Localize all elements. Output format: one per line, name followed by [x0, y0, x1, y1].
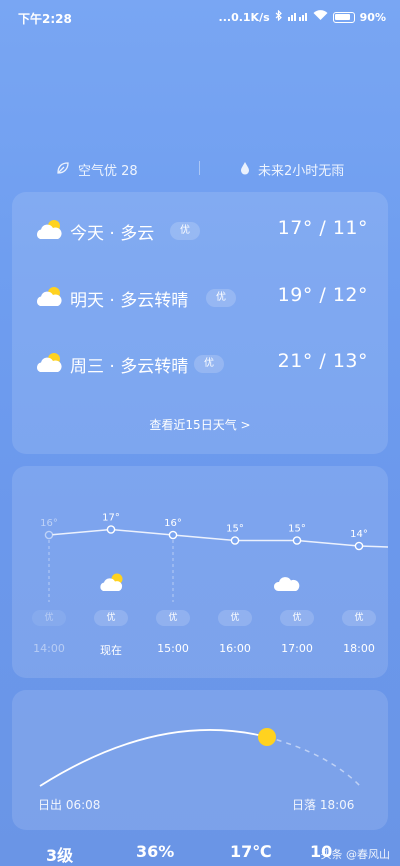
temperature-point	[44, 530, 54, 540]
temperature-label: 16°	[40, 518, 58, 529]
air-quality-text: 空气优 28	[78, 164, 138, 179]
hourly-aqi-badge: 优	[156, 610, 190, 626]
temperature-point	[168, 530, 178, 540]
sunrise-time: 日出 06:08	[38, 798, 101, 812]
15-day-forecast-link[interactable]: 查看近15日天气 >	[12, 416, 388, 433]
sunrise-sunset-card: 日出 06:08 日落 18:06	[12, 690, 388, 830]
hour-time: 18:00	[343, 642, 375, 655]
humidity-value: 36%	[136, 842, 175, 861]
hour-time: 14:00	[33, 642, 65, 655]
rain-forecast[interactable]: 未来2小时无雨	[240, 160, 344, 179]
feels-like-value: 17℃	[230, 842, 272, 861]
day-label: 明天 · 多云转晴	[70, 291, 189, 311]
day-temp: 19° / 12°	[277, 284, 368, 306]
day-temp: 17° / 11°	[277, 217, 368, 239]
cloudy-icon	[273, 577, 300, 591]
sun-icon	[258, 728, 276, 746]
battery-icon	[332, 11, 355, 23]
hourly-aqi-badge: 优	[342, 610, 376, 626]
temperature-label: 15°	[288, 524, 306, 535]
network-speed: ...0.1K/s	[218, 10, 270, 24]
wifi-icon	[313, 10, 328, 24]
aqi-badge: 优	[170, 222, 200, 240]
hourly-forecast-card: 16° 17° 16° 15° 15° 14° 优 优 优 优 优 优 14:00 现在 …	[12, 466, 388, 678]
battery-level: 90%	[359, 10, 386, 24]
aqi-badge: 优	[206, 289, 236, 307]
status-time: 下午2:28	[18, 12, 72, 26]
bluetooth-icon	[275, 9, 283, 24]
partly-sunny-icon	[100, 573, 123, 591]
temperature-point	[106, 525, 116, 534]
day-label: 周三 · 多云转晴	[70, 357, 189, 377]
signal-icon	[287, 10, 308, 24]
hour-time: 15:00	[157, 642, 189, 655]
hour-time: 17:00	[281, 642, 313, 655]
temperature-point	[354, 541, 364, 551]
temperature-label: 15°	[226, 524, 244, 535]
forecast-row-tomorrow[interactable]: 明天 · 多云转晴 优 19° / 12°	[12, 279, 388, 315]
temperature-label: 16°	[164, 518, 182, 529]
air-quality[interactable]: 空气优 28	[56, 160, 138, 179]
leaf-icon	[56, 161, 70, 179]
status-bar: 下午2:28 ...0.1K/s 90%	[0, 0, 400, 36]
watermark: 头条 @春风山	[320, 848, 391, 861]
hourly-aqi-badge: 优	[94, 610, 128, 626]
divider	[199, 161, 200, 175]
wind-level: 3级	[46, 846, 74, 865]
daily-forecast-card: 今天 · 多云 优 17° / 11° 明天 · 多云转晴 优 19° / 12…	[12, 192, 388, 454]
hourly-aqi-badge: 优	[280, 610, 314, 626]
partly-sunny-icon	[34, 351, 64, 375]
hour-time: 16:00	[219, 642, 251, 655]
temperature-label: 14°	[350, 529, 368, 540]
hourly-aqi-badge: 优	[218, 610, 252, 626]
hour-time: 现在	[100, 644, 122, 657]
temperature-label: 17°	[102, 513, 120, 524]
air-info-row: 空气优 28 未来2小时无雨	[0, 158, 400, 180]
cloudy-icon	[34, 218, 64, 242]
aqi-badge: 优	[194, 355, 224, 373]
temperature-line	[48, 528, 388, 548]
rain-text: 未来2小时无雨	[258, 164, 345, 179]
temperature-point	[292, 536, 302, 545]
temperature-point	[230, 536, 240, 545]
sunset-time: 日落 18:06	[292, 798, 355, 812]
hourly-aqi-badge: 优	[32, 610, 66, 626]
day-temp: 21° / 13°	[277, 350, 368, 372]
status-indicators: ...0.1K/s 90%	[218, 9, 386, 24]
forecast-row-wednesday[interactable]: 周三 · 多云转晴 优 21° / 13°	[12, 345, 388, 381]
forecast-row-today[interactable]: 今天 · 多云 优 17° / 11°	[12, 212, 388, 248]
day-label: 今天 · 多云	[70, 224, 155, 244]
raindrop-icon	[240, 161, 250, 179]
partly-sunny-icon	[34, 285, 64, 309]
